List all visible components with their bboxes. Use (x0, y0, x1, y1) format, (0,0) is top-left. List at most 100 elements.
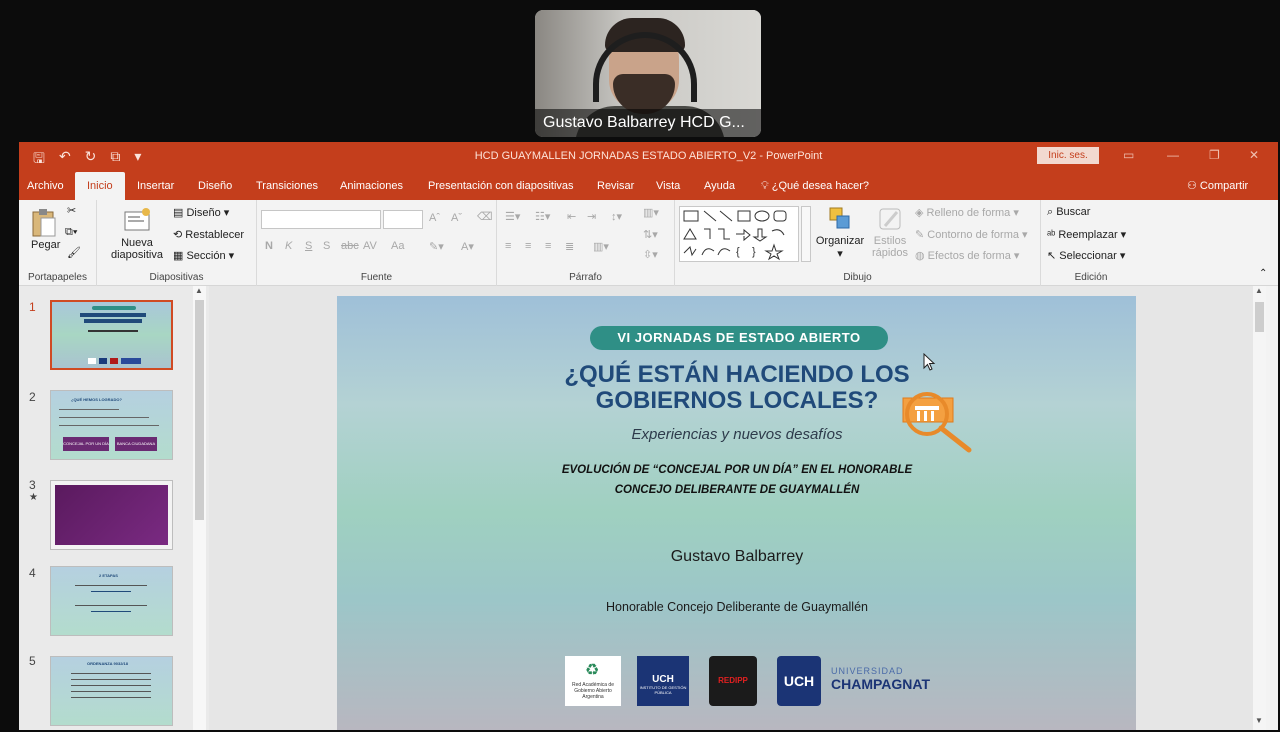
strikethrough-button[interactable]: abc (341, 240, 359, 252)
decrease-font-label: A (451, 212, 459, 224)
change-case-button[interactable]: Aa (391, 240, 404, 252)
underline-button[interactable]: S (305, 240, 312, 252)
tab-revisar[interactable]: Revisar (597, 172, 634, 200)
group-edicion: ⌕ Buscar ᵃᵇ Reemplazar ▾ ↖ Seleccionar ▾… (1041, 200, 1141, 286)
shapes-gallery[interactable]: {} (679, 206, 799, 262)
ribbon-display-icon[interactable]: ▭ (1123, 148, 1134, 162)
video-participant-tile[interactable]: Gustavo Balbarrey HCD G... (535, 10, 761, 137)
find-button[interactable]: ⌕ Buscar (1047, 206, 1090, 219)
scroll-up-icon[interactable]: ▲ (195, 286, 203, 295)
select-button[interactable]: ↖ Seleccionar ▾ (1047, 249, 1125, 262)
logo-uch-text: UCH (652, 674, 674, 685)
logo-champagnat-line-2: CHAMPAGNAT (831, 676, 931, 692)
clipboard-icon (32, 209, 56, 237)
clear-format-icon[interactable]: ⌫ (477, 210, 493, 223)
section-button[interactable]: ▦ Sección ▾ (173, 249, 234, 262)
cut-icon[interactable]: ✂ (67, 204, 76, 217)
tab-archivo[interactable]: Archivo (27, 172, 64, 200)
thumb1-logo (99, 358, 107, 364)
highlight-icon[interactable]: ✎▾ (429, 240, 444, 253)
thumb1-text (88, 330, 138, 332)
group-label-diapositivas: Diapositivas (149, 272, 204, 283)
shape-fill-button[interactable]: ◈ Relleno de forma ▾ (915, 206, 1019, 219)
thumb1-logo (110, 358, 118, 364)
reset-button[interactable]: ⟲ Restablecer (173, 228, 244, 241)
numbering-icon[interactable]: ☷▾ (535, 210, 550, 223)
char-spacing-button[interactable]: AV (363, 240, 377, 252)
minimize-icon[interactable]: — (1167, 148, 1179, 162)
justify-icon[interactable]: ≣ (565, 240, 574, 253)
tab-insertar[interactable]: Insertar (137, 172, 174, 200)
slide-thumbnail-5[interactable]: ORDENANZA 9032/18 (50, 656, 173, 726)
increase-font-button[interactable]: Aˆ (429, 212, 440, 224)
thumb5-line (71, 673, 151, 674)
slide-thumbnail-1[interactable] (50, 300, 173, 370)
thumb2-title: ¿QUÉ HEMOS LOGRADO? (71, 397, 122, 402)
find-label: Buscar (1056, 206, 1091, 218)
tab-inicio[interactable]: Inicio (75, 172, 125, 200)
shapes-gallery-scroll[interactable] (801, 206, 811, 262)
indent-decrease-icon[interactable]: ⇤ (567, 210, 576, 223)
slide-thumbnail-3[interactable] (50, 480, 173, 550)
paste-button[interactable]: Pegar (31, 208, 60, 251)
indent-increase-icon[interactable]: ⇥ (587, 210, 596, 223)
tab-transiciones[interactable]: Transiciones (256, 172, 318, 200)
thumb1-title-bar-2 (84, 319, 142, 323)
share-label: Compartir (1199, 180, 1249, 192)
format-painter-icon[interactable]: 🖌︎ (67, 246, 81, 259)
tab-vista[interactable]: Vista (656, 172, 680, 200)
font-size-combo[interactable] (383, 210, 423, 229)
group-label-portapapeles: Portapapeles (28, 272, 87, 283)
bold-button[interactable]: N (265, 240, 273, 252)
tell-me-search[interactable]: 💡︎ ¿Qué desea hacer? (761, 172, 869, 200)
sign-in-button[interactable]: Inic. ses. (1037, 147, 1099, 164)
bullets-icon[interactable]: ☰▾ (505, 210, 520, 223)
italic-button[interactable]: K (285, 240, 292, 252)
slide-scroll-down-icon[interactable]: ▼ (1255, 716, 1263, 725)
new-slide-button[interactable]: Nueva diapositiva (107, 206, 167, 261)
replace-button[interactable]: ᵃᵇ Reemplazar ▾ (1047, 228, 1126, 241)
tab-presentacion[interactable]: Presentación con diapositivas (428, 172, 574, 200)
tab-ayuda[interactable]: Ayuda (704, 172, 735, 200)
tab-diseno[interactable]: Diseño (198, 172, 232, 200)
line-spacing-icon[interactable]: ↕▾ (611, 210, 622, 223)
font-name-combo[interactable] (261, 210, 381, 229)
decrease-font-button[interactable]: Aˇ (451, 212, 462, 224)
reset-icon: ⟲ (173, 229, 186, 241)
close-icon[interactable]: ✕ (1249, 148, 1259, 162)
slide-author: Gustavo Balbarrey (670, 548, 804, 565)
shape-effects-button[interactable]: ◍ Efectos de forma ▾ (915, 249, 1019, 262)
slide-scroll-thumb[interactable] (1255, 302, 1264, 332)
columns-button[interactable]: ▥▾ (593, 240, 609, 253)
layout-button[interactable]: ▤ Diseño ▾ (173, 206, 229, 219)
shape-fill-label: Relleno de forma (926, 207, 1011, 219)
slide-scrollbar[interactable]: ▲ ▼ (1253, 286, 1266, 730)
columns-icon[interactable]: ▥▾ (643, 206, 659, 219)
thumb1-title-bar (80, 313, 146, 317)
thumb1-badge (92, 306, 136, 310)
current-slide[interactable]: VI JORNADAS DE ESTADO ABIERTO ¿QUÉ ESTÁN… (337, 296, 1136, 730)
shadow-button[interactable]: S (323, 240, 330, 252)
slide-thumbnail-2[interactable]: ¿QUÉ HEMOS LOGRADO? CONCEJAL POR UN DÍA … (50, 390, 173, 460)
text-direction-icon[interactable]: ⇅▾ (643, 228, 658, 241)
slide-thumbnail-4[interactable]: 2 ETAPAS (50, 566, 173, 636)
thumbnails-scrollbar[interactable]: ▲ (193, 286, 206, 730)
align-center-icon[interactable]: ≡ (525, 240, 531, 252)
collapse-ribbon-icon[interactable]: ⌃ (1259, 268, 1267, 279)
slide-scroll-up-icon[interactable]: ▲ (1255, 286, 1263, 295)
group-portapapeles: Pegar ✂ ⧉▾ 🖌︎ Portapapeles (19, 200, 97, 286)
font-color-icon[interactable]: A▾ (461, 240, 474, 253)
arrange-button[interactable]: Organizar ▾ (815, 206, 865, 260)
section-label: Sección (186, 250, 226, 262)
copy-icon[interactable]: ⧉▾ (65, 226, 77, 239)
align-text-icon[interactable]: ⇳▾ (643, 248, 658, 261)
thumb4-line (91, 611, 131, 612)
share-button[interactable]: ⚇ Compartir (1187, 172, 1248, 200)
align-right-icon[interactable]: ≡ (545, 240, 551, 252)
tab-animaciones[interactable]: Animaciones (340, 172, 403, 200)
restore-icon[interactable]: ❐ (1209, 148, 1220, 162)
align-left-icon[interactable]: ≡ (505, 240, 511, 252)
thumbnails-scroll-thumb[interactable] (195, 300, 204, 520)
quick-styles-button[interactable]: Estilos rápidos (867, 206, 913, 259)
shape-outline-button[interactable]: ✎ Contorno de forma ▾ (915, 228, 1028, 241)
